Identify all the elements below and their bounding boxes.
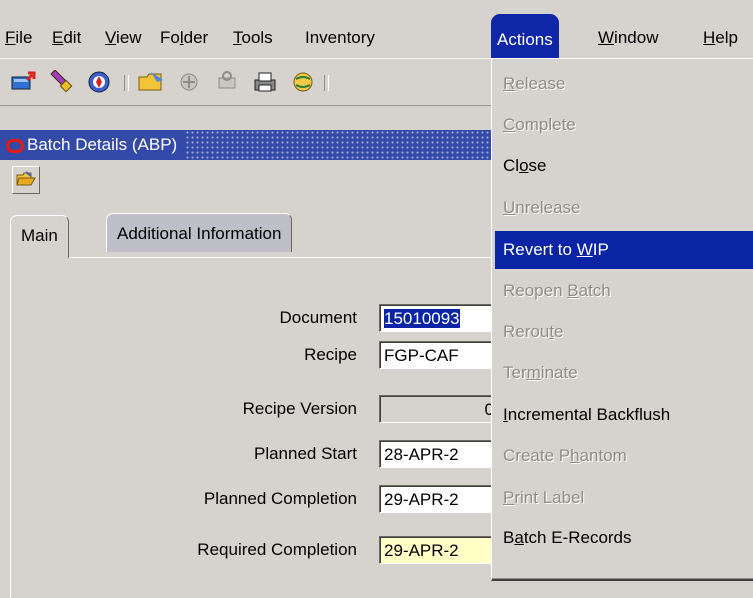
menu-item-mnemonic: R xyxy=(503,74,516,93)
menu-file-label: ile xyxy=(15,28,33,47)
menu-item-mnemonic: h xyxy=(570,446,580,465)
required-completion-label: Required Completion xyxy=(197,540,357,559)
planned-start-label: Planned Start xyxy=(253,444,357,463)
menu-inventory-label: Inventory xyxy=(305,28,375,47)
menu-inventory[interactable]: Inventory xyxy=(305,20,375,56)
menu-tools-label: ools xyxy=(241,28,273,47)
save-folder-icon[interactable] xyxy=(136,68,166,96)
menu-item-text: se xyxy=(528,156,547,175)
tab-additional-information[interactable]: Additional Information xyxy=(106,213,293,252)
recipe-value: FGP-CAF xyxy=(384,346,459,365)
planned-completion-label: Planned Completion xyxy=(203,489,357,508)
menu-tools[interactable]: Tools xyxy=(233,20,273,56)
menu-actions[interactable]: Actions xyxy=(491,14,559,58)
required-completion-value: 29-APR-2 xyxy=(384,541,459,560)
planned-completion-value: 29-APR-2 xyxy=(384,490,459,509)
menu-item-text: ncremental Backflush xyxy=(507,405,671,424)
menu-window[interactable]: Window xyxy=(598,20,658,56)
menu-item-text: nrelease xyxy=(515,198,581,217)
menu-help-mnemonic: H xyxy=(703,28,716,47)
menu-bar: File Edit View Folder Tools Inventory Ac… xyxy=(0,0,753,58)
menu-item-batch-e-records[interactable]: Batch E-Records xyxy=(495,519,753,557)
menu-help[interactable]: Help xyxy=(703,20,738,56)
menu-item-text: Reopen xyxy=(503,281,568,300)
menu-item-terminate: Terminate xyxy=(495,354,753,392)
oracle-logo-icon xyxy=(6,138,24,153)
menu-item-text: tch E-Records xyxy=(523,528,632,547)
menu-item-mnemonic: C xyxy=(503,115,516,134)
printer-attach-icon[interactable] xyxy=(212,68,242,96)
menu-window-label: indow xyxy=(614,28,659,47)
menu-item-text: B xyxy=(503,528,515,547)
window-title: Batch Details (ABP) xyxy=(27,135,178,154)
menu-item-revert-to-wip[interactable]: Revert to WIP xyxy=(495,231,753,269)
switch-icon[interactable] xyxy=(174,68,204,96)
menu-item-release: Release xyxy=(495,65,753,103)
menu-tools-mnemonic: T xyxy=(233,28,242,47)
menu-item-mnemonic: U xyxy=(503,198,516,217)
toolbar-separator xyxy=(324,75,329,91)
tab-main-label: Main xyxy=(21,226,58,245)
tab-main[interactable]: Main xyxy=(10,215,69,258)
menu-item-text: atch xyxy=(578,281,611,300)
menu-edit-label: dit xyxy=(63,28,82,47)
menu-view-label: iew xyxy=(116,28,142,47)
menu-window-mnemonic: W xyxy=(598,28,615,47)
menu-item-mnemonic: W xyxy=(576,240,593,259)
tab-additional-label: Additional Information xyxy=(117,224,282,243)
menu-item-text: Rerou xyxy=(503,322,550,341)
menu-item-reroute: Reroute xyxy=(495,313,753,351)
open-folder-icon xyxy=(16,171,36,186)
menu-item-mnemonic: B xyxy=(567,281,579,300)
menu-item-text: IP xyxy=(592,240,609,259)
menu-item-incremental-backflush[interactable]: Incremental Backflush xyxy=(495,396,753,434)
open-folder-button[interactable] xyxy=(12,166,40,194)
menu-item-mnemonic: m xyxy=(526,363,541,382)
menu-help-label: elp xyxy=(715,28,738,47)
toolbar-separator xyxy=(124,75,129,91)
menu-view-mnemonic: V xyxy=(105,28,117,47)
menu-item-text: e xyxy=(554,322,564,341)
menu-item-text: Create P xyxy=(503,446,571,465)
actions-dropdown-menu: Release Complete Close Unrelease Revert to W… xyxy=(491,58,753,581)
document-label: Document xyxy=(279,308,357,327)
print-icon[interactable] xyxy=(250,68,280,96)
menu-actions-label: Actions xyxy=(497,30,553,49)
menu-item-text: Cl xyxy=(503,156,520,175)
menu-item-text: rint Label xyxy=(514,488,585,507)
flashlight-icon[interactable] xyxy=(46,68,76,96)
menu-item-text: Ter xyxy=(503,363,527,382)
menu-item-unrelease: Unrelease xyxy=(495,189,753,227)
window-title-container: Batch Details (ABP) xyxy=(0,130,186,160)
menu-item-mnemonic: o xyxy=(519,156,529,175)
recipe-version-field: 0 xyxy=(379,395,499,423)
globe-icon[interactable] xyxy=(288,68,318,96)
menu-view[interactable]: View xyxy=(105,20,142,56)
menu-file[interactable]: File xyxy=(5,20,32,56)
menu-item-print-label: Print Label xyxy=(495,479,753,517)
menu-folder[interactable]: Folder xyxy=(160,20,208,56)
new-record-icon[interactable] xyxy=(8,68,38,96)
menu-item-close[interactable]: Close xyxy=(495,147,753,185)
menu-edit-mnemonic: E xyxy=(52,28,64,47)
document-value: 15010093 xyxy=(384,309,460,328)
planned-start-value: 28-APR-2 xyxy=(384,445,459,464)
menu-item-text: Revert to xyxy=(503,240,577,259)
menu-file-mnemonic: F xyxy=(5,28,16,47)
navigate-icon[interactable] xyxy=(84,68,114,96)
menu-item-reopen-batch: Reopen Batch xyxy=(495,272,753,310)
menu-item-mnemonic: P xyxy=(503,488,515,507)
menu-item-text: omplete xyxy=(515,115,576,134)
menu-edit[interactable]: Edit xyxy=(52,20,81,56)
menu-folder-pre: Fo xyxy=(160,28,180,47)
menu-item-complete: Complete xyxy=(495,106,753,144)
menu-item-create-phantom: Create Phantom xyxy=(495,437,753,475)
recipe-label: Recipe xyxy=(304,345,357,364)
menu-item-text: antom xyxy=(579,446,627,465)
menu-item-mnemonic: a xyxy=(514,528,524,547)
menu-folder-label: der xyxy=(183,28,209,47)
menu-item-text: elease xyxy=(515,74,566,93)
menu-item-text: inate xyxy=(540,363,578,382)
recipe-version-label: Recipe Version xyxy=(242,399,357,418)
